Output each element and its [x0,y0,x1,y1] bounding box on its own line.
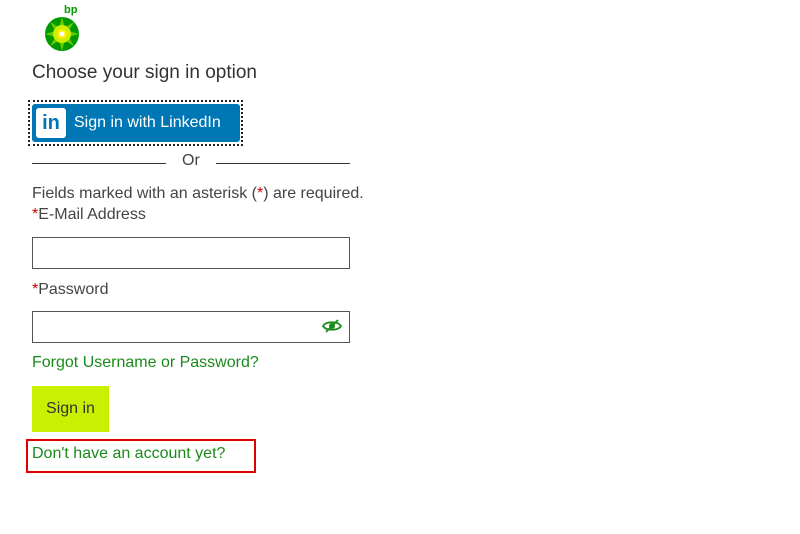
divider-line-right [216,163,350,164]
required-note-prefix: Fields marked with an asterisk ( [32,185,257,202]
divider-line-left [32,163,166,164]
or-divider: Or [32,152,350,172]
forgot-password-link[interactable]: Forgot Username or Password? [32,354,259,372]
sign-in-page: bp Choose your sign in option in Sign in… [0,0,800,534]
page-title: Choose your sign in option [32,62,257,83]
bp-logo: bp [42,4,84,52]
required-note-suffix: ) are required. [263,185,364,202]
email-field[interactable] [32,237,350,269]
bp-helios-icon [45,17,79,51]
password-field[interactable] [32,311,350,343]
required-fields-note: Fields marked with an asterisk (*) are r… [32,185,364,203]
sign-in-button[interactable]: Sign in [32,386,109,432]
divider-text: Or [182,152,200,169]
create-account-link[interactable]: Don't have an account yet? [32,445,225,463]
linkedin-button-label: Sign in with LinkedIn [74,114,221,131]
password-label-text: Password [38,281,109,298]
eye-slash-icon[interactable] [322,318,342,334]
email-label: *E-Mail Address [32,206,146,224]
linkedin-icon: in [36,108,66,138]
linkedin-signin-button[interactable]: in Sign in with LinkedIn [32,104,240,142]
email-label-text: E-Mail Address [38,206,146,223]
password-label: *Password [32,281,108,299]
